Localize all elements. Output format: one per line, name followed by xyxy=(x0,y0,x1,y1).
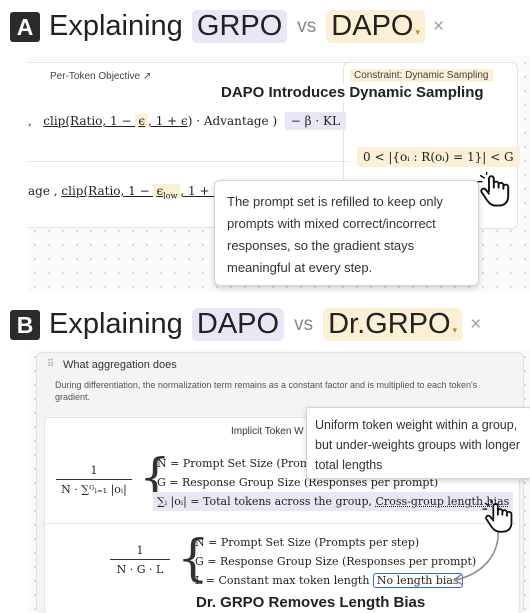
panel-a-heading: DAPO Introduces Dynamic Sampling xyxy=(221,84,484,101)
method-b-label: DAPO xyxy=(331,10,414,42)
hand-pointer-icon xyxy=(477,172,510,207)
panel-a-title-prefix: Explaining xyxy=(49,10,183,42)
dynamic-sampling-tooltip: The prompt set is refilled to keep only … xyxy=(214,180,479,286)
constraint-formula: 0 < |{oᵢ : R(oᵢ) = 1}| < G xyxy=(357,147,520,167)
panel-a-header: A Explaining GRPO vs DAPO ▾ × xyxy=(10,10,444,43)
vs-label: vs xyxy=(294,313,314,335)
drag-handle-icon[interactable]: ⠿ xyxy=(47,359,54,370)
clip-term-decoupled: clip(Ratio, 1 − ϵlow, 1 + ϵhi xyxy=(61,184,228,201)
vs-label: vs xyxy=(297,15,317,37)
formula-row-1: , clip(Ratio, 1 − ϵ, 1 + ϵ) · Advantage … xyxy=(28,112,346,130)
close-icon[interactable]: × xyxy=(470,314,481,336)
method-b-label: Dr.GRPO xyxy=(328,308,451,340)
chevron-down-icon[interactable]: ▾ xyxy=(415,27,420,37)
method-a-chip[interactable]: DAPO xyxy=(191,308,285,341)
aggregation-section-desc: During differentiation, the normalizatio… xyxy=(55,380,478,402)
formula-row-2: age , clip(Ratio, 1 − ϵlow, 1 + ϵhi xyxy=(28,184,228,200)
panel-b-heading: Dr. GRPO Removes Length Bias xyxy=(196,594,426,611)
method-a-chip[interactable]: GRPO xyxy=(191,10,288,43)
kl-term: − β · KL xyxy=(284,112,346,130)
drgrpo-fraction: 1 N · G · L xyxy=(110,544,170,576)
objective-label[interactable]: Per-Token Objective ↗ xyxy=(50,71,151,82)
hand-pointer-icon xyxy=(482,500,513,533)
panel-b-title-prefix: Explaining xyxy=(49,308,183,340)
implicit-token-label: Implicit Token W xyxy=(231,426,304,437)
aggregation-section-title: What aggregation does xyxy=(63,359,177,371)
objective-divider xyxy=(28,161,348,162)
constraint-label: Constraint: Dynamic Sampling xyxy=(350,69,493,82)
clip-term: clip(Ratio, 1 − ϵ, 1 + ϵ xyxy=(43,114,188,128)
panel-b-header: B Explaining DAPO vs Dr.GRPO ▾ × xyxy=(10,308,481,341)
epsilon-low-highlight: ϵlow xyxy=(153,184,181,200)
panel-a-letter: A xyxy=(10,11,40,42)
drgrpo-definitions: N = Prompt Set Size (Prompts per step) G… xyxy=(195,536,477,588)
dapo-fraction: 1 N · ∑ᴳᵢ₌₁ |oᵢ| xyxy=(56,464,132,496)
length-bias-tooltip-text: Uniform token weight within a group, but… xyxy=(315,418,520,472)
chevron-down-icon[interactable]: ▾ xyxy=(453,325,458,335)
method-b-selector[interactable]: DAPO ▾ xyxy=(326,10,426,43)
method-b-selector[interactable]: Dr.GRPO ▾ xyxy=(323,308,463,341)
close-icon[interactable]: × xyxy=(433,16,444,38)
epsilon-highlight: ϵ xyxy=(135,114,149,128)
dynamic-sampling-tooltip-text: The prompt set is refilled to keep only … xyxy=(227,194,444,275)
length-bias-tooltip: Uniform token weight within a group, but… xyxy=(306,407,530,479)
panel-b-letter: B xyxy=(10,309,40,340)
